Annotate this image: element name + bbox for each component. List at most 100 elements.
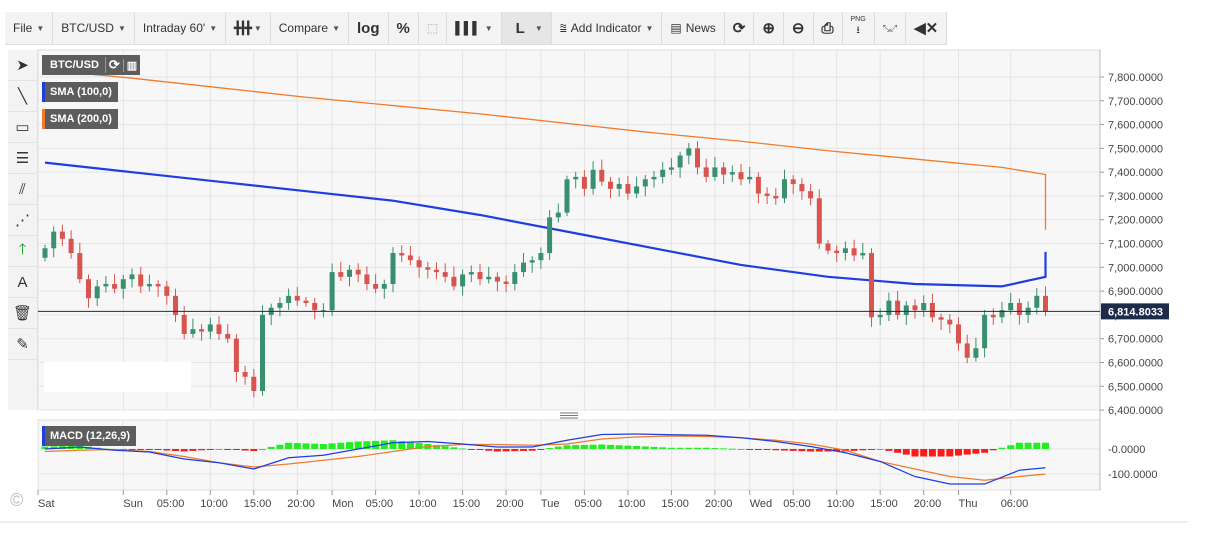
x-tick-label: 15:00 [453, 498, 481, 510]
macd-histogram-bar [511, 449, 519, 452]
y-tick-label: 6,700.0000 [1108, 334, 1163, 346]
candle-body [695, 148, 700, 168]
macd-legend-label: MACD (12,26,9) [50, 430, 131, 442]
candle-body [86, 279, 91, 299]
macd-histogram-bar [302, 443, 310, 449]
candle-body [190, 329, 196, 334]
candle-body [747, 176, 753, 180]
y-tick-label: 7,300.0000 [1108, 191, 1163, 203]
candle-body [181, 314, 187, 334]
y-tick-label: 6,600.0000 [1108, 357, 1163, 369]
x-tick-label: 20:00 [496, 498, 524, 510]
price-chart[interactable]: 7,800.0000 7,700.0000 7,600.0000 7,500.0000… [0, 0, 1210, 538]
symbol-legend: BTC/USD ⟳ ▥ [42, 55, 141, 75]
macd-histogram-bar [206, 449, 214, 450]
candle-body [399, 253, 405, 256]
macd-y-tick-label: -0.0000 [1108, 444, 1145, 456]
macd-histogram-bar [972, 449, 980, 454]
macd-histogram-bar [981, 449, 989, 453]
candle-body [1016, 303, 1022, 315]
macd-histogram-bar [746, 449, 754, 450]
candle-body [651, 176, 657, 180]
x-tick-label: 10:00 [618, 498, 646, 510]
candle-body [286, 295, 292, 304]
macd-histogram-bar [754, 449, 762, 450]
candle-body [738, 172, 744, 180]
candle-body [825, 243, 831, 251]
candle-body [164, 286, 170, 296]
macd-histogram-bar [502, 449, 510, 452]
x-tick-label: 15:00 [661, 498, 689, 510]
macd-histogram-bar [920, 449, 928, 457]
symbol-legend-label: BTC/USD [50, 59, 99, 71]
candle-body [138, 274, 144, 287]
macd-histogram-bar [615, 445, 623, 449]
macd-histogram-bar [537, 449, 545, 450]
candle-body [146, 283, 152, 287]
macd-histogram-bar [955, 449, 962, 456]
candle-body [303, 300, 309, 304]
candle-body [390, 253, 396, 284]
settings-icon[interactable]: ▥ [122, 58, 140, 72]
candle-body [660, 169, 666, 177]
macd-histogram-bar [172, 449, 179, 451]
candle-body [494, 276, 500, 282]
candle-body [199, 329, 205, 332]
macd-histogram-bar [580, 444, 588, 449]
macd-histogram-bar [189, 449, 197, 451]
macd-histogram-bar [259, 448, 266, 450]
x-tick-label: Sun [123, 498, 143, 510]
x-tick-label: Tue [541, 498, 560, 510]
panel-resize-handle[interactable] [560, 412, 578, 419]
macd-histogram-bar [781, 449, 788, 451]
candle-body [207, 324, 213, 332]
candle-body [112, 283, 118, 289]
macd-histogram-bar [285, 442, 293, 449]
candle-body [216, 324, 222, 334]
macd-histogram-bar [702, 447, 710, 449]
candle-body [416, 260, 422, 268]
sma100-legend-label: SMA (100,0) [50, 86, 112, 98]
candle-body [381, 283, 387, 289]
macd-histogram-bar [946, 449, 954, 457]
candle-body [869, 253, 874, 318]
x-tick-label: 10:00 [409, 498, 437, 510]
macd-histogram-bar [1015, 442, 1023, 449]
candle-body [790, 179, 796, 185]
macd-histogram-bar [232, 449, 240, 450]
macd-histogram-bar [798, 449, 806, 452]
candle-body [729, 172, 735, 175]
candle-body [608, 181, 613, 189]
sma200-legend[interactable]: SMA (200,0) [42, 109, 118, 129]
macd-legend[interactable]: MACD (12,26,9) [42, 426, 137, 446]
macd-histogram-bar [894, 449, 902, 453]
candle-body [173, 295, 178, 315]
candle-body [590, 169, 596, 189]
refresh-icon[interactable]: ⟳ [104, 57, 123, 73]
x-tick-label: Sat [38, 498, 55, 510]
macd-histogram-bar [711, 448, 719, 450]
candle-body [703, 167, 709, 177]
macd-histogram-bar [902, 449, 910, 455]
macd-histogram-bar [546, 448, 554, 449]
candle-body [503, 281, 509, 284]
candle-body [938, 317, 944, 320]
macd-histogram-bar [267, 446, 275, 449]
candle-body [851, 248, 857, 256]
candle-body [677, 155, 683, 168]
x-tick-label: 15:00 [870, 498, 898, 510]
macd-histogram-bar [667, 447, 675, 449]
candle-body [877, 314, 883, 318]
candle-body [68, 238, 74, 254]
candle-body [233, 338, 239, 372]
macd-histogram-bar [467, 449, 475, 450]
candle [547, 209, 553, 260]
last-price-label: 6,814.8033 [1108, 306, 1163, 318]
candle-body [538, 253, 544, 261]
macd-histogram-bar [876, 449, 884, 450]
candle-body [973, 348, 979, 358]
macd-histogram-bar [293, 443, 301, 449]
macd-histogram-bar [328, 443, 336, 449]
y-tick-label: 6,400.0000 [1108, 405, 1163, 417]
sma100-legend[interactable]: SMA (100,0) [42, 82, 118, 102]
